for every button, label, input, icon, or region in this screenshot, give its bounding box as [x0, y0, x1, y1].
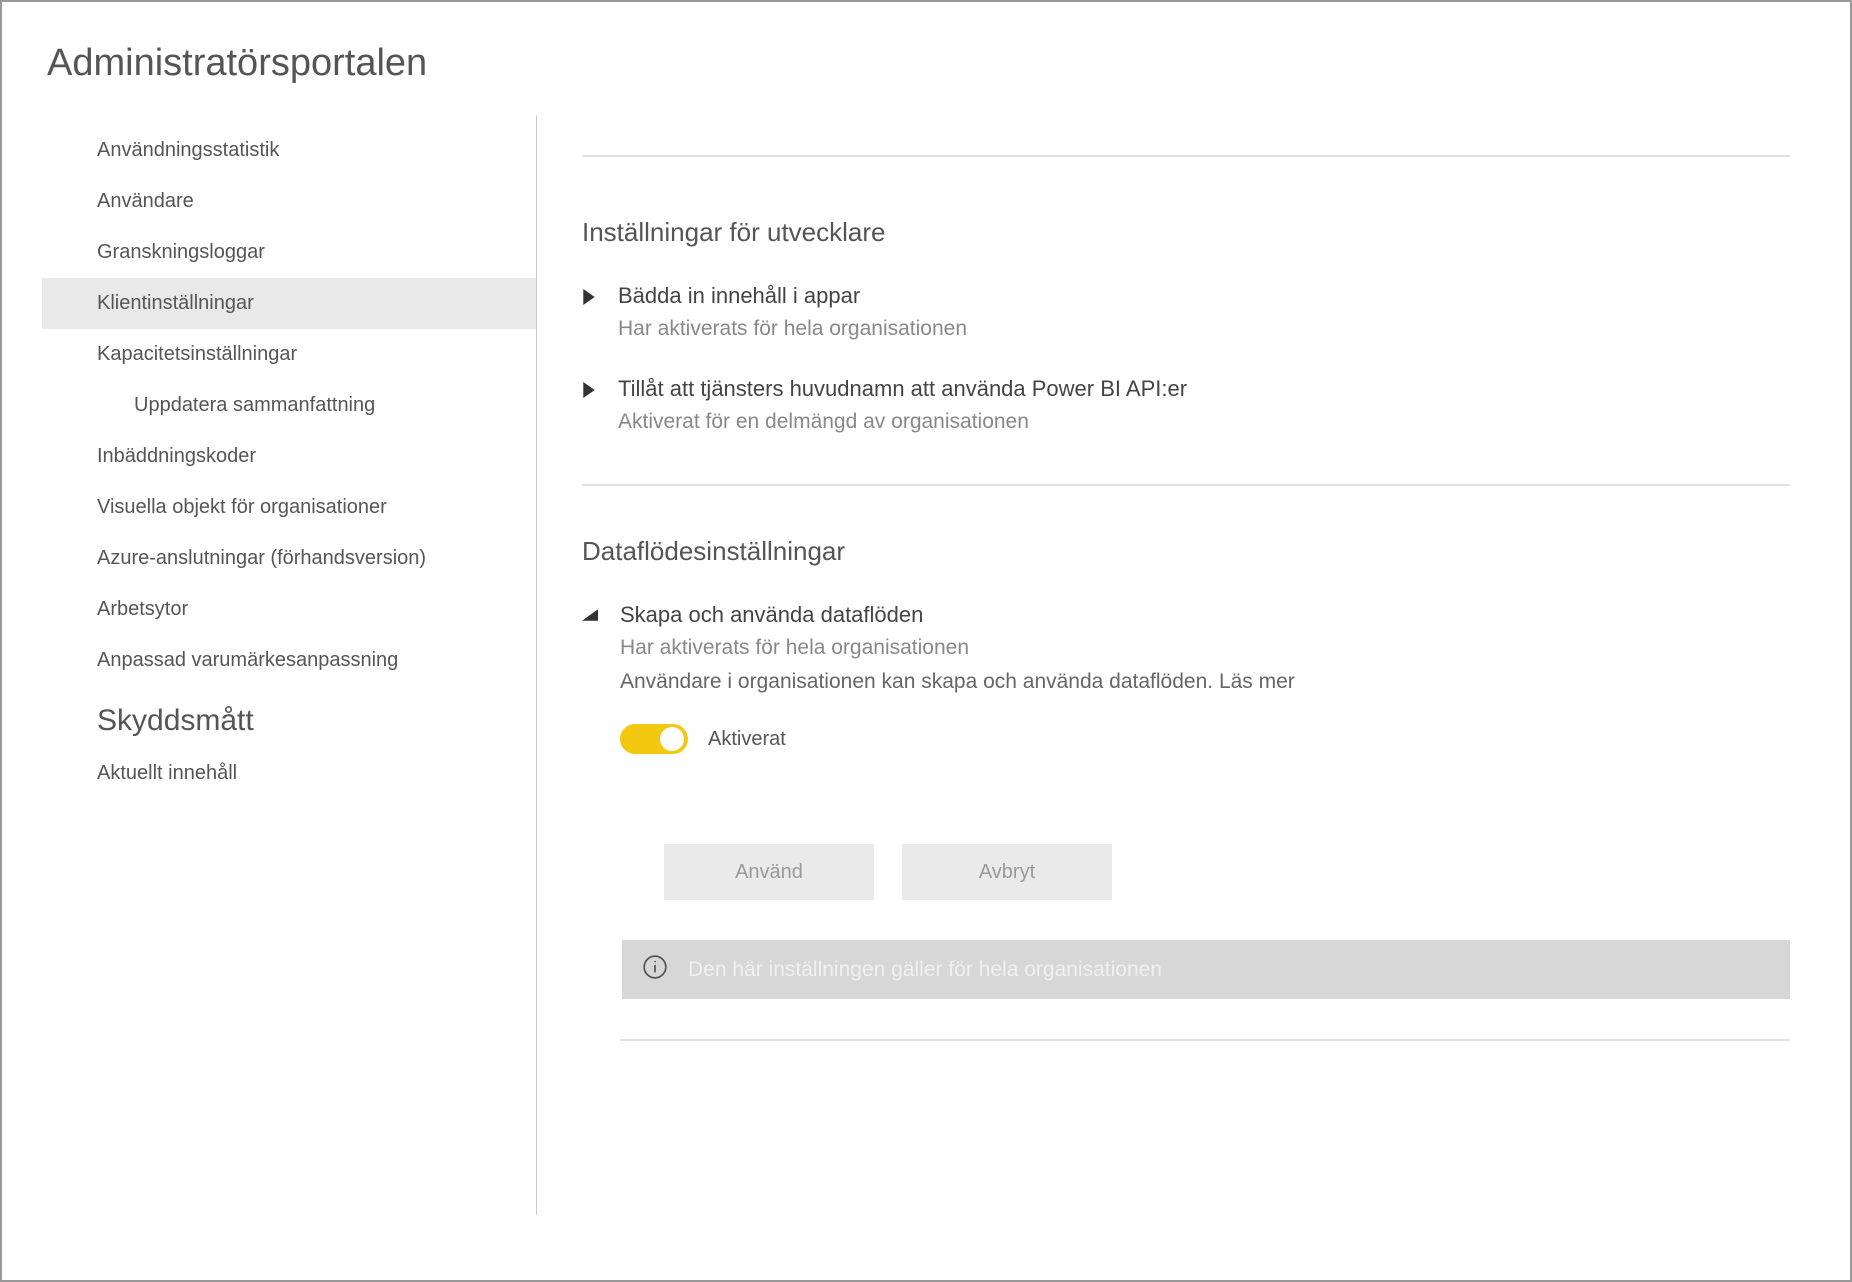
- sidebar-item-featured-content[interactable]: Aktuellt innehåll: [42, 748, 536, 799]
- sidebar-item-embed-codes[interactable]: Inbäddningskoder: [42, 431, 536, 482]
- sidebar-item-capacity-settings[interactable]: Kapacitetsinställningar: [42, 329, 536, 380]
- sidebar: Användningsstatistik Användare Gransknin…: [42, 115, 537, 1215]
- sidebar-item-users[interactable]: Användare: [42, 176, 536, 227]
- sidebar-item-azure-connections[interactable]: Azure-anslutningar (förhandsversion): [42, 533, 536, 584]
- setting-subtitle: Har aktiverats för hela organisationen: [618, 317, 1790, 341]
- divider: [620, 1039, 1790, 1041]
- toggle-switch[interactable]: [620, 724, 688, 754]
- setting-description: Användare i organisationen kan skapa och…: [620, 670, 1790, 694]
- toggle-knob: [660, 727, 684, 751]
- page-title: Administratörsportalen: [2, 2, 1850, 115]
- cancel-button[interactable]: Avbryt: [902, 844, 1112, 900]
- divider: [582, 155, 1790, 157]
- setting-embed-content[interactable]: Bädda in innehåll i appar Har aktiverats…: [582, 283, 1790, 341]
- chevron-up-icon: [582, 608, 598, 622]
- sidebar-item-org-visuals[interactable]: Visuella objekt för organisationer: [42, 482, 536, 533]
- setting-title: Tillåt att tjänsters huvudnamn att använ…: [618, 376, 1790, 402]
- chevron-right-icon: [582, 289, 596, 305]
- setting-service-principals[interactable]: Tillåt att tjänsters huvudnamn att använ…: [582, 376, 1790, 434]
- sidebar-item-usage-stats[interactable]: Användningsstatistik: [42, 125, 536, 176]
- info-banner: Den här inställningen gäller för hela or…: [622, 940, 1790, 999]
- main-content: Inställningar för utvecklare Bädda in in…: [537, 115, 1850, 1215]
- info-text: Den här inställningen gäller för hela or…: [688, 958, 1162, 982]
- setting-subtitle: Har aktiverats för hela organisationen: [620, 636, 1790, 660]
- chevron-right-icon: [582, 382, 596, 398]
- divider: [582, 484, 1790, 486]
- info-icon: [642, 954, 668, 985]
- setting-create-dataflows[interactable]: Skapa och använda dataflöden Har aktiver…: [582, 602, 1790, 1041]
- sidebar-item-audit-logs[interactable]: Granskningsloggar: [42, 227, 536, 278]
- toggle-label: Aktiverat: [708, 728, 786, 751]
- sidebar-item-refresh-summary[interactable]: Uppdatera sammanfattning: [42, 380, 536, 431]
- setting-title: Bädda in innehåll i appar: [618, 283, 1790, 309]
- dataflow-settings-heading: Dataflödesinställningar: [582, 536, 1790, 567]
- setting-title: Skapa och använda dataflöden: [620, 602, 1790, 628]
- developer-settings-heading: Inställningar för utvecklare: [582, 217, 1790, 248]
- sidebar-item-tenant-settings[interactable]: Klientinställningar: [42, 278, 536, 329]
- apply-button[interactable]: Använd: [664, 844, 874, 900]
- sidebar-item-protection-metrics[interactable]: Skyddsmått: [42, 686, 536, 748]
- sidebar-item-workspaces[interactable]: Arbetsytor: [42, 584, 536, 635]
- sidebar-item-custom-branding[interactable]: Anpassad varumärkesanpassning: [42, 635, 536, 686]
- setting-subtitle: Aktiverat för en delmängd av organisatio…: [618, 410, 1790, 434]
